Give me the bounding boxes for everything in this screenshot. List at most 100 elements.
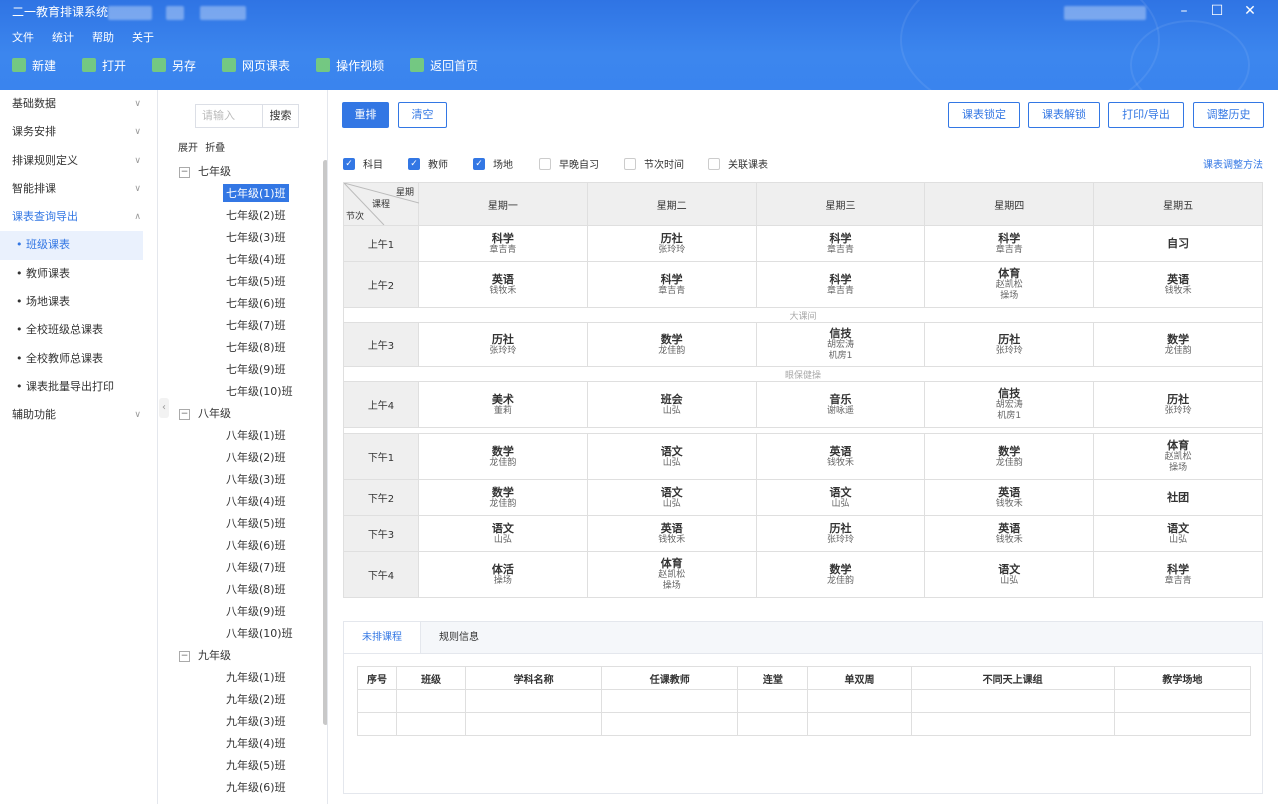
tree-class-node[interactable]: 八年级(8)班	[223, 580, 289, 598]
tree-grade-node[interactable]: − 八年级	[179, 405, 231, 421]
checkbox-2[interactable]: ✓ 场地	[473, 156, 513, 171]
tree-class-node[interactable]: 七年级(5)班	[223, 272, 289, 290]
schedule-cell[interactable]: 数学 龙佳韵	[755, 551, 926, 598]
sidebar-subitem-3[interactable]: • 全校班级总课表	[0, 316, 143, 344]
tree-class-node[interactable]: 八年级(9)班	[223, 602, 289, 620]
tree-class-node[interactable]: 八年级(2)班	[223, 448, 289, 466]
tree-class-node[interactable]: 八年级(6)班	[223, 536, 289, 554]
checkbox-1[interactable]: ✓ 教师	[408, 156, 448, 171]
tree-class-node[interactable]: 七年级(9)班	[223, 360, 289, 378]
schedule-cell[interactable]: 音乐 谢咏遥	[755, 381, 926, 428]
rearrange-button[interactable]: 重排	[342, 102, 389, 128]
schedule-cell[interactable]: 科学 章吉青	[755, 261, 926, 308]
adjust-method-link[interactable]: 课表调整方法	[1203, 156, 1263, 171]
tree-class-node[interactable]: 七年级(2)班	[223, 206, 289, 224]
bottom-tab-0[interactable]: 未排课程	[344, 622, 421, 653]
fold-all-link[interactable]: 折叠	[205, 143, 225, 154]
collapse-box-icon[interactable]: −	[179, 650, 190, 662]
schedule-cell[interactable]: 语文 山弘	[924, 551, 1095, 598]
schedule-cell[interactable]: 社团	[1093, 479, 1263, 516]
schedule-cell[interactable]: 科学 章吉青	[924, 225, 1095, 262]
tree-class-node[interactable]: 七年级(4)班	[223, 250, 289, 268]
tree-class-node[interactable]: 八年级(7)班	[223, 558, 289, 576]
checkbox-3[interactable]: 早晚自习	[539, 156, 599, 171]
schedule-cell[interactable]: 英语 钱牧禾	[1093, 261, 1263, 308]
sidebar-subitem-1[interactable]: • 教师课表	[0, 260, 143, 288]
lock-schedule-button[interactable]: 课表锁定	[948, 102, 1020, 128]
tree-class-node[interactable]: 七年级(3)班	[223, 228, 289, 246]
schedule-cell[interactable]: 语文 山弘	[586, 479, 757, 516]
menu-item-0[interactable]: 文件	[12, 29, 34, 45]
close-icon[interactable]: ✕	[1238, 2, 1262, 20]
schedule-cell[interactable]: 科学 章吉青	[755, 225, 926, 262]
sidebar-item-4[interactable]: 课表查询导出 ∧	[0, 203, 157, 231]
checkbox-box[interactable]	[539, 157, 551, 170]
toolbar-button-5[interactable]: 返回首页	[410, 57, 478, 74]
schedule-cell[interactable]: 历社 张玲玲	[418, 322, 588, 367]
schedule-cell[interactable]: 科学 章吉青	[1093, 551, 1263, 598]
schedule-cell[interactable]: 英语 钱牧禾	[924, 515, 1095, 552]
toolbar-button-4[interactable]: 操作视频	[316, 57, 384, 74]
tree-class-node[interactable]: 八年级(3)班	[223, 470, 289, 488]
checkbox-0[interactable]: ✓ 科目	[343, 156, 383, 171]
sidebar-item-aux[interactable]: 辅助功能 ∨	[0, 401, 157, 429]
tree-class-node[interactable]: 七年级(1)班	[223, 184, 289, 202]
toolbar-button-0[interactable]: 新建	[12, 57, 56, 74]
sidebar-item-1[interactable]: 课务安排 ∨	[0, 118, 157, 146]
schedule-cell[interactable]: 语文 山弘	[418, 515, 588, 552]
schedule-cell[interactable]: 数学 龙佳韵	[586, 322, 757, 367]
schedule-cell[interactable]: 数学 龙佳韵	[1093, 322, 1263, 367]
sidebar-item-3[interactable]: 智能排课 ∨	[0, 175, 157, 203]
toolbar-button-1[interactable]: 打开	[82, 57, 126, 74]
checkbox-box[interactable]: ✓	[408, 157, 420, 170]
schedule-cell[interactable]: 班会 山弘	[586, 381, 757, 428]
search-button[interactable]: 搜索	[262, 105, 298, 127]
tree-scrollbar[interactable]	[323, 160, 327, 725]
checkbox-box[interactable]	[708, 157, 720, 170]
minimize-icon[interactable]: –	[1172, 2, 1196, 20]
tree-class-node[interactable]: 九年级(1)班	[223, 668, 289, 686]
checkbox-5[interactable]: 关联课表	[708, 156, 768, 171]
checkbox-4[interactable]: 节次时间	[624, 156, 684, 171]
schedule-cell[interactable]: 语文 山弘	[755, 479, 926, 516]
sidebar-subitem-5[interactable]: • 课表批量导出打印	[0, 373, 143, 401]
checkbox-box[interactable]: ✓	[343, 157, 355, 170]
tree-class-node[interactable]: 八年级(10)班	[223, 624, 296, 642]
bottom-tab-1[interactable]: 规则信息	[421, 622, 497, 653]
schedule-cell[interactable]: 英语 钱牧禾	[924, 479, 1095, 516]
class-search-input[interactable]: 请输入	[196, 105, 262, 127]
schedule-cell[interactable]: 信技 胡宏涛 机房1	[755, 322, 926, 367]
tree-class-node[interactable]: 九年级(3)班	[223, 712, 289, 730]
expand-all-link[interactable]: 展开	[178, 143, 198, 154]
schedule-cell[interactable]: 信技 胡宏涛 机房1	[924, 381, 1095, 428]
schedule-cell[interactable]: 语文 山弘	[1093, 515, 1263, 552]
tree-class-node[interactable]: 七年级(7)班	[223, 316, 289, 334]
menu-item-2[interactable]: 帮助	[92, 29, 114, 45]
tree-class-node[interactable]: 九年级(5)班	[223, 756, 289, 774]
collapse-box-icon[interactable]: −	[179, 166, 190, 178]
schedule-cell[interactable]: 自习	[1093, 225, 1263, 262]
schedule-cell[interactable]: 历社 张玲玲	[586, 225, 757, 262]
checkbox-box[interactable]: ✓	[473, 157, 485, 170]
tree-grade-node[interactable]: − 九年级	[179, 647, 231, 663]
schedule-cell[interactable]: 历社 张玲玲	[924, 322, 1095, 367]
schedule-cell[interactable]: 美术 董莉	[418, 381, 588, 428]
tree-class-node[interactable]: 七年级(8)班	[223, 338, 289, 356]
schedule-cell[interactable]: 体育 赵凯松 操场	[924, 261, 1095, 308]
schedule-cell[interactable]: 英语 钱牧禾	[755, 433, 926, 480]
tree-class-node[interactable]: 九年级(6)班	[223, 778, 289, 796]
schedule-cell[interactable]: 英语 钱牧禾	[418, 261, 588, 308]
schedule-cell[interactable]: 科学 章吉青	[418, 225, 588, 262]
menu-item-1[interactable]: 统计	[52, 29, 74, 45]
tree-class-node[interactable]: 九年级(4)班	[223, 734, 289, 752]
menu-item-3[interactable]: 关于	[132, 29, 154, 45]
sidebar-subitem-2[interactable]: • 场地课表	[0, 288, 143, 316]
tree-grade-node[interactable]: − 七年级	[179, 163, 231, 179]
sidebar-item-2[interactable]: 排课规则定义 ∨	[0, 147, 157, 175]
sidebar-subitem-4[interactable]: • 全校教师总课表	[0, 345, 143, 373]
checkbox-box[interactable]	[624, 157, 636, 170]
sidebar-item-0[interactable]: 基础数据 ∨	[0, 90, 157, 118]
tree-class-node[interactable]: 九年级(2)班	[223, 690, 289, 708]
unlock-schedule-button[interactable]: 课表解锁	[1028, 102, 1100, 128]
clear-button[interactable]: 清空	[398, 102, 447, 128]
